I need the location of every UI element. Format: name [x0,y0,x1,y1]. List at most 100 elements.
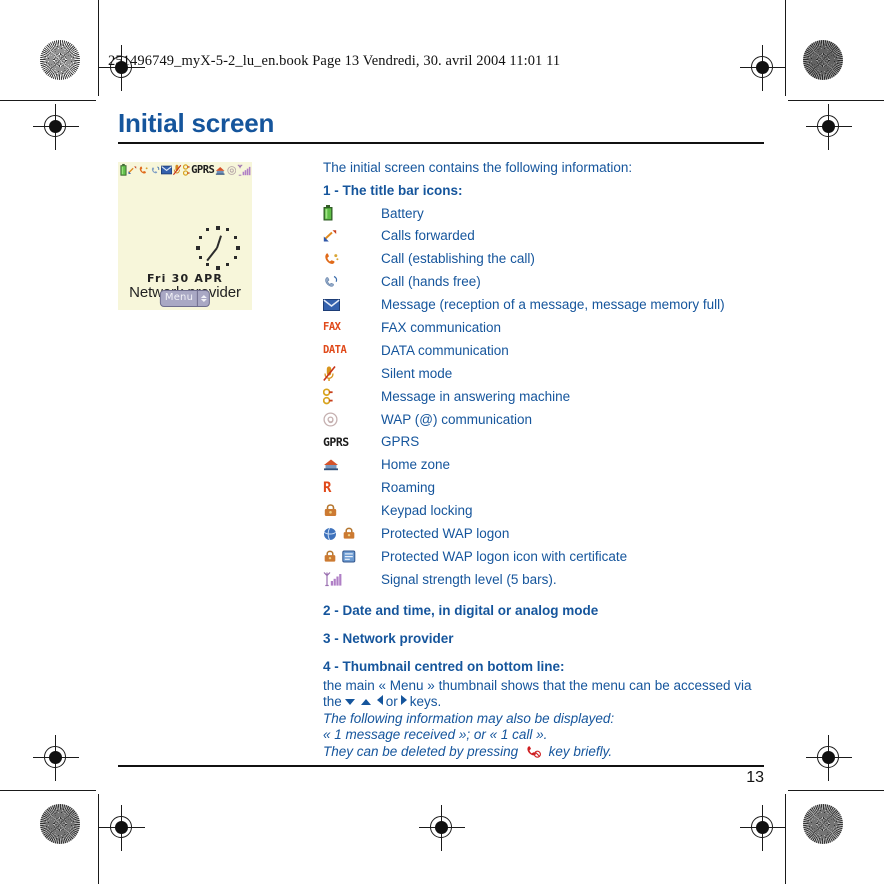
icon-label: Message in answering machine [381,388,571,404]
registration-cross-right-lower [806,735,852,781]
registration-starburst-bottom-right [803,804,843,844]
illustration-column: GPRS Fri 30 APR Network provider Menu [118,160,318,310]
registration-starburst-top-right [803,40,843,80]
icon-label: DATA communication [381,342,509,358]
message-icon [161,165,173,175]
thumb-text-or: or [385,694,398,710]
note-line-3: They can be deleted by pressing key brie… [323,744,764,761]
note-3-prefix: They can be deleted by pressing [323,743,519,759]
icon-label: WAP (@) communication [381,411,532,427]
arrow-up-icon [360,699,371,706]
padlock-icon [343,527,355,539]
file-header-line: 251496749_myX-5-2_lu_en.book Page 13 Ven… [108,53,561,69]
call-establishing-icon [325,253,339,265]
table-row: R Roaming [323,476,764,499]
section-2-heading: 2 - Date and time, in digital or analog … [323,602,599,618]
icon-label: Message (reception of a message, message… [381,297,725,313]
trim-line-bottom-right [788,790,884,791]
section-3-heading: 3 - Network provider [323,630,454,646]
silent-mode-icon [323,365,336,381]
table-row: Call (hands free) [323,270,764,293]
silent-mode-icon [173,164,182,176]
padlock-icon [324,550,336,562]
fax-icon: FAX [323,321,341,334]
message-icon [323,298,340,311]
title-bar-icon-table: Battery Calls forwarded Call (establishi… [323,202,764,591]
battery-icon [323,205,333,221]
analog-clock [196,225,240,270]
table-row: DATA DATA communication [323,339,764,362]
arrow-down-icon [344,699,355,706]
icon-cell: GPRS [323,431,381,454]
trim-line-bottom-left [0,790,96,791]
registration-starburst-bottom-left [40,804,80,844]
document-page: 251496749_myX-5-2_lu_en.book Page 13 Ven… [0,0,884,884]
table-row: Silent mode [323,362,764,385]
menu-softkey-label: Menu [164,291,194,303]
icon-label: Calls forwarded [381,228,475,244]
registration-cross-bottom-center [419,805,465,851]
registration-starburst-top-left [40,40,80,80]
arrow-left-icon [376,695,383,706]
icon-label: FAX communication [381,319,502,335]
icon-cell [323,453,381,476]
table-row: Call (establishing the call) [323,247,764,270]
icon-label: Call (hands free) [381,274,481,290]
phone-status-bar: GPRS [118,162,252,179]
hang-up-key-icon [527,745,541,758]
registration-cross-bottom-center-left [99,805,145,851]
registration-cross-right-upper [806,104,852,150]
icon-label: Protected WAP logon [381,526,510,541]
trim-line-top-right [788,100,884,101]
icon-cell [323,362,381,385]
calls-forwarded-icon [323,230,337,242]
table-row: Keypad locking [323,499,764,522]
icon-cell: FAX [323,316,381,339]
note-line-1: The following information may also be di… [323,710,615,726]
calls-forwarded-icon [128,166,137,174]
roaming-icon: R [323,479,332,496]
registration-cross-left-lower [33,735,79,781]
description-column: The initial screen contains the followin… [318,160,764,761]
table-row: Calls forwarded [323,224,764,247]
globe-icon [323,527,337,540]
registration-cross-top-center-right [740,45,786,91]
intro-text: The initial screen contains the followin… [323,159,633,175]
table-row: Signal strength level (5 bars). [323,568,764,591]
table-row: Message (reception of a message, message… [323,293,764,316]
icon-label: GPRS [381,434,420,450]
arrow-right-icon [400,695,407,706]
icon-label: Battery [381,205,424,221]
page-title: Initial screen [118,108,275,138]
thumbnail-description-line-1: the main « Menu » thumbnail shows that t… [323,677,752,693]
home-zone-icon [216,166,225,175]
certificate-icon [342,550,356,563]
two-column-layout: GPRS Fri 30 APR Network provider Menu Th… [118,160,764,761]
wap-at-icon [323,411,338,427]
icon-cell [323,247,381,270]
icon-label: Roaming [381,480,436,496]
gprs-icon: GPRS [323,434,349,449]
icon-cell [323,568,381,591]
section-1-heading: 1 - The title bar icons: [323,182,463,198]
table-row: WAP (@) communication [323,408,764,431]
answering-machine-icon [183,164,190,176]
icon-cell [323,385,381,408]
icon-cell [323,408,381,431]
registration-cross-left-upper [33,104,79,150]
data-icon: DATA [323,344,347,357]
icon-cell [323,499,381,522]
thumb-text-the: the [323,694,342,710]
table-row: Battery [323,202,764,225]
icon-label: Home zone [381,457,451,473]
title-divider [118,142,764,144]
note-3-suffix: key briefly. [548,743,613,759]
table-row: Protected WAP logon icon with certificat… [323,545,764,568]
icon-cell [323,202,381,225]
table-row: GPRS GPRS [323,431,764,454]
icon-cell [323,224,381,247]
icon-cell [323,293,381,316]
table-row: Home zone [323,453,764,476]
icon-label: Protected WAP logon icon with certificat… [381,548,628,564]
menu-softkey-button[interactable]: Menu [159,289,211,307]
